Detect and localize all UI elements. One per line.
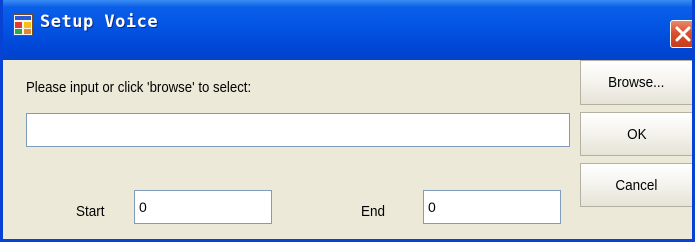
select-prompt-label: Please input or click 'browse' to select… [26,79,252,96]
window-title: Setup Voice [40,12,159,32]
cancel-button[interactable]: Cancel [580,163,692,207]
close-button[interactable] [670,20,692,48]
title-bar[interactable]: Setup Voice [3,0,692,60]
end-input[interactable] [423,190,561,224]
cancel-button-label: Cancel [615,176,658,194]
start-input[interactable] [134,190,272,224]
app-window-icon [13,14,33,36]
setup-voice-dialog: Setup Voice Please input or click 'brows… [0,0,695,242]
end-label: End [361,203,386,220]
voice-path-input[interactable] [26,113,570,147]
dialog-body: Please input or click 'browse' to select… [3,60,692,239]
browse-button-label: Browse... [608,74,665,91]
browse-button[interactable]: Browse... [580,60,692,105]
ok-button-label: OK [626,125,647,143]
start-label: Start [76,203,105,220]
ok-button[interactable]: OK [580,112,692,156]
